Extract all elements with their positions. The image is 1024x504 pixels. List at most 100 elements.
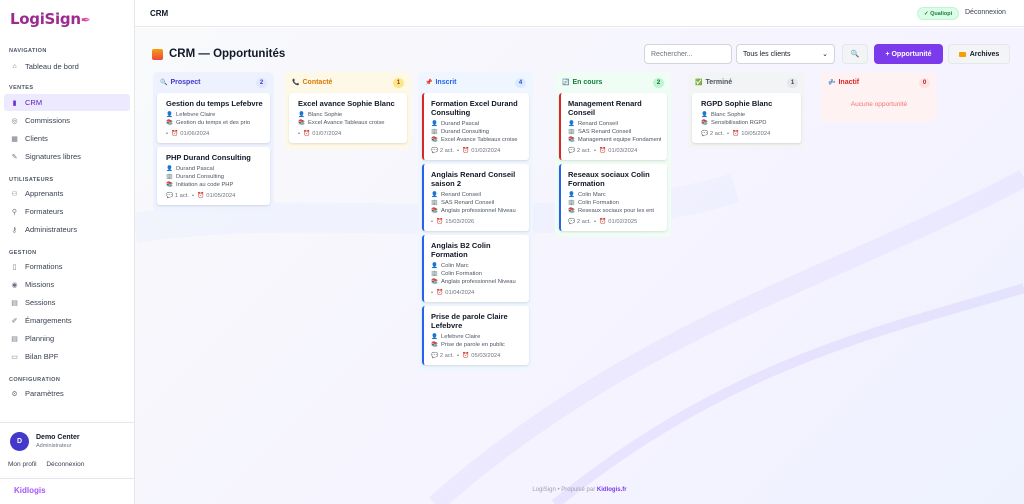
opportunity-card[interactable]: Excel avance Sophie Blanc 👤 Blanc Sophie 📚 E… <box>289 93 407 143</box>
column-contacte: 📞 Contacté 1 Excel avance Sophie Blanc 👤 Blan… <box>285 72 411 149</box>
card-detail: 📚 Excel Avance Tableaux croise <box>431 137 518 143</box>
sidebar-item-dashboard[interactable]: ⌂ Tableau de bord <box>4 58 130 75</box>
logout-link[interactable]: Déconnexion <box>965 9 1006 16</box>
sidebar-item-bilan-bpf[interactable]: ▭ Bilan BPF <box>4 348 130 365</box>
document-icon: ▭ <box>11 353 18 361</box>
card-meta: 💬 2 act. • ⏰ 10/05/2024 <box>701 130 795 138</box>
opportunity-card[interactable]: PHP Durand Consulting 👤 Durand Pascal 🏢 Dura… <box>157 147 270 205</box>
card-date: 01/03/2024 <box>608 148 638 154</box>
card-date: 01/02/2024 <box>471 148 501 154</box>
opportunity-card[interactable]: Anglais Renard Conseil saison 2 👤 Renard C… <box>422 164 529 231</box>
person-icon: 👤 <box>431 263 438 269</box>
company-icon: 🏢 <box>166 174 173 180</box>
card-meta: 💬 1 act. • ⏰ 01/05/2024 <box>166 192 264 200</box>
card-detail: 👤 Lefebvre Claire <box>166 112 216 118</box>
card-detail: 📚 Reseaux sociaux pour les ent <box>568 208 655 214</box>
column-title: 📞 Contacté <box>292 79 333 86</box>
user-links: Mon profil Déconnexion <box>8 461 92 468</box>
sidebar-item-crm[interactable]: ▮ CRM <box>4 94 130 111</box>
column-icon: 📞 <box>292 80 300 86</box>
search-input[interactable] <box>644 44 732 64</box>
course-icon: 📚 <box>431 137 438 143</box>
pen-icon: ✎ <box>11 153 18 161</box>
add-opportunity-button[interactable]: + Opportunité <box>874 44 943 64</box>
calendar-icon: ⏰ <box>732 131 740 137</box>
opportunity-card[interactable]: Gestion du temps Lefebvre 👤 Lefebvre Clair… <box>157 93 270 143</box>
column-count-badge: 2 <box>653 77 664 88</box>
footer-brand-link[interactable]: Kidlogis.fr <box>597 487 627 493</box>
card-date: 01/07/2024 <box>312 131 342 137</box>
search-icon: 🔍 <box>850 51 860 58</box>
separator-dot: • <box>457 353 460 359</box>
topbar: CRM ✓ Qualiopi Déconnexion <box>135 0 1024 27</box>
card-detail: 👤 Lefebvre Claire <box>431 334 481 340</box>
company-icon: 🏢 <box>568 200 575 206</box>
card-meta: 💬 2 act. • ⏰ 01/03/2024 <box>568 147 661 155</box>
sidebar-item-commissions[interactable]: ◎ Commissions <box>4 112 130 129</box>
sidebar-item-apprenants[interactable]: ⚇ Apprenants <box>4 185 130 202</box>
opportunity-card[interactable]: Prise de parole Claire Lefebvre 👤 Lefebvre… <box>422 306 529 365</box>
card-detail: 📚 Anglais professionnel Niveau <box>431 208 516 214</box>
sidebar-item-missions[interactable]: ◉ Missions <box>4 276 130 293</box>
separator-dot: • <box>594 219 597 225</box>
course-icon: 📚 <box>166 120 173 126</box>
sidebar-item-clients[interactable]: ▦ Clients <box>4 130 130 147</box>
opportunity-card[interactable]: Formation Excel Durand Consulting 👤 Durand… <box>422 93 529 160</box>
column-icon: 🔄 <box>562 80 570 86</box>
card-detail: 👤 Renard Conseil <box>568 121 618 127</box>
user-profile: D Demo Center Administrateur <box>10 432 80 451</box>
course-icon: 📚 <box>431 279 438 285</box>
card-detail: 📚 Anglais professionnel Niveau <box>431 279 516 285</box>
archives-button[interactable]: Archives <box>948 44 1010 64</box>
section-configuration: CONFIGURATION <box>9 377 61 383</box>
profile-link[interactable]: Mon profil <box>8 461 37 468</box>
column-header: 📞 Contacté 1 <box>289 76 407 89</box>
course-icon: 📚 <box>701 120 708 126</box>
activity-count: 2 act. <box>576 148 592 154</box>
opportunity-card[interactable]: Anglais B2 Colin Formation 👤 Colin Marc 🏢 Co… <box>422 235 529 302</box>
card-detail: 👤 Colin Marc <box>568 192 606 198</box>
user-role: Administrateur <box>36 443 72 449</box>
opportunity-card[interactable]: Reseaux sociaux Colin Formation 👤 Colin Ma… <box>559 164 667 231</box>
sidebar-item-formateurs[interactable]: ⚲ Formateurs <box>4 203 130 220</box>
person-icon: 👤 <box>431 192 438 198</box>
opportunity-card[interactable]: Management Renard Conseil 👤 Renard Conseil… <box>559 93 667 160</box>
section-ventes: VENTES <box>9 85 34 91</box>
sidebar-divider <box>0 422 135 423</box>
column-header: 📌 Inscrit 4 <box>422 76 529 89</box>
sidebar-item-formations[interactable]: ▯ Formations <box>4 258 130 275</box>
opportunity-card[interactable]: RGPD Sophie Blanc 👤 Blanc Sophie 📚 Sensibili… <box>692 93 801 143</box>
building-icon: ▦ <box>11 135 18 143</box>
card-meta: • ⏰ 01/04/2024 <box>431 289 523 297</box>
page-footer: LogiSign • Propulsé par Kidlogis.fr <box>532 487 627 493</box>
book-icon: ▯ <box>12 263 17 271</box>
sidebar-item-administrateurs[interactable]: ⚷ Administrateurs <box>4 221 130 238</box>
client-select[interactable]: Tous les clients ⌄ <box>736 44 835 64</box>
logisign-logo[interactable]: LogiSign✒ <box>10 10 91 28</box>
person-icon: 👤 <box>431 334 438 340</box>
activity-count: 2 act. <box>439 353 455 359</box>
card-date: 01/06/2024 <box>180 131 210 137</box>
calendar-icon: ⏰ <box>171 131 179 137</box>
course-icon: 📚 <box>568 137 575 143</box>
activity-count: 2 act. <box>709 131 725 137</box>
sidebar-item-parametres[interactable]: ⚙ Paramètres <box>4 385 130 402</box>
activity-count: 1 act. <box>174 193 190 199</box>
card-detail: 👤 Blanc Sophie <box>298 112 343 118</box>
sidebar-item-sessions[interactable]: ▤ Sessions <box>4 294 130 311</box>
chart-icon <box>152 48 163 60</box>
calendar-icon: ⏰ <box>197 193 205 199</box>
coins-icon: ◎ <box>11 117 18 125</box>
sidebar-item-signatures[interactable]: ✎ Signatures libres <box>4 148 130 165</box>
card-date: 05/03/2024 <box>471 353 501 359</box>
sidebar-item-planning[interactable]: ▤ Planning <box>4 330 130 347</box>
card-detail: 📚 Prise de parole en public <box>431 342 505 348</box>
sidebar-logout-link[interactable]: Déconnexion <box>46 461 84 468</box>
sidebar-item-emargements[interactable]: ✐ Émargements <box>4 312 130 329</box>
card-detail: 🏢 SAS Renard Conseil <box>568 129 632 135</box>
section-gestion: GESTION <box>9 250 37 256</box>
card-title: Prise de parole Claire Lefebvre <box>431 312 508 330</box>
card-meta: 💬 2 act. • ⏰ 01/02/2025 <box>568 218 661 226</box>
search-button[interactable]: 🔍 <box>842 44 868 64</box>
card-detail: 📚 Management equipe Fondamenta <box>568 137 661 143</box>
